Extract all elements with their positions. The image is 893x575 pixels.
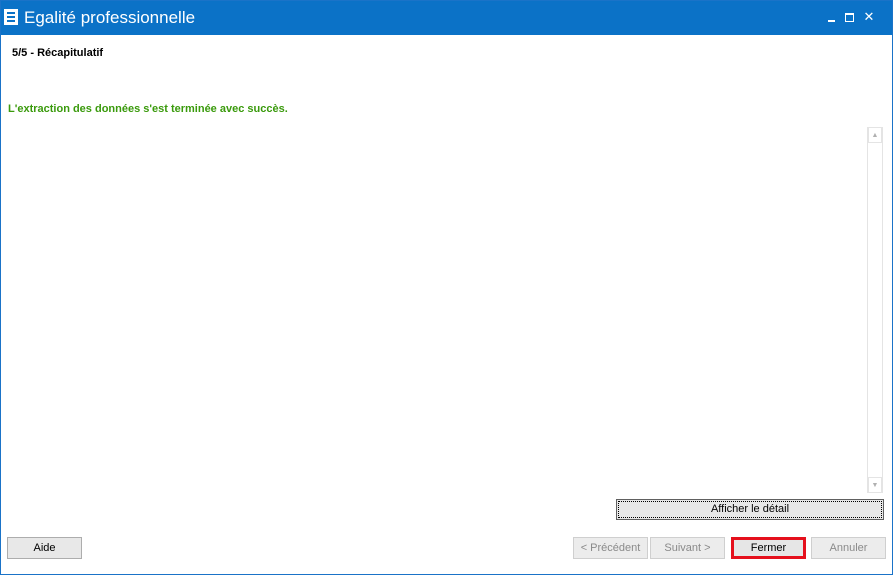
maximize-icon[interactable] — [842, 9, 858, 25]
log-text-area[interactable]: ▲ ▼ — [6, 127, 883, 493]
next-button[interactable]: Suivant > — [650, 537, 725, 559]
status-message: L'extraction des données s'est terminée … — [8, 103, 288, 115]
show-detail-button[interactable]: Afficher le détail — [616, 499, 884, 520]
scroll-up-icon[interactable]: ▲ — [868, 127, 882, 143]
bottom-edge — [1, 572, 892, 574]
step-title: 5/5 - Récapitulatif — [12, 47, 104, 59]
close-button[interactable]: Fermer — [731, 537, 806, 559]
help-button[interactable]: Aide — [7, 537, 82, 559]
cancel-button[interactable]: Annuler — [811, 537, 886, 559]
list-document-icon — [4, 9, 18, 25]
previous-button[interactable]: < Précédent — [573, 537, 648, 559]
minimize-icon[interactable] — [824, 9, 840, 25]
window-title: Egalité professionnelle — [24, 8, 196, 27]
wizard-window: Egalité professionnelle ✕ 5/5 - Récapitu… — [0, 0, 893, 575]
scroll-down-icon[interactable]: ▼ — [868, 477, 882, 493]
vertical-scrollbar[interactable]: ▲ ▼ — [867, 127, 883, 493]
title-bar[interactable]: Egalité professionnelle ✕ — [1, 1, 892, 35]
close-icon[interactable]: ✕ — [861, 9, 877, 25]
